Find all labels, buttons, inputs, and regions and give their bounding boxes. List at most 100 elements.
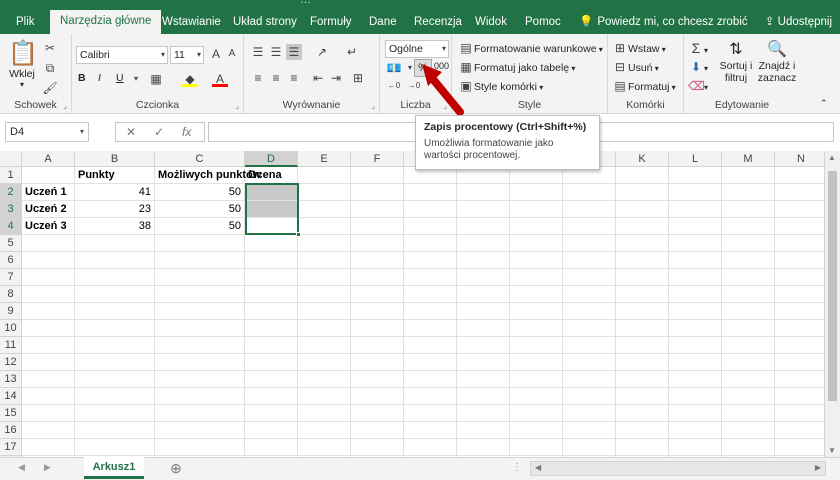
cell-e16[interactable] — [298, 422, 351, 439]
cell-l10[interactable] — [669, 320, 722, 337]
cell-d17[interactable] — [245, 439, 298, 456]
check-icon[interactable]: ✓ — [154, 123, 164, 141]
cell-i7[interactable] — [510, 269, 563, 286]
cell-j6[interactable] — [563, 252, 616, 269]
scroll-right-icon[interactable]: ▶ — [815, 463, 821, 472]
cell-n9[interactable] — [775, 303, 828, 320]
column-header-k[interactable]: K — [616, 151, 669, 167]
cell-a4[interactable]: Uczeń 3 — [22, 218, 75, 235]
scroll-down-icon[interactable]: ▼ — [828, 446, 836, 455]
cell-f17[interactable] — [351, 439, 404, 456]
cell-i10[interactable] — [510, 320, 563, 337]
cell-n12[interactable] — [775, 354, 828, 371]
cell-b8[interactable] — [75, 286, 155, 303]
row-header-1[interactable]: 1 — [0, 167, 22, 184]
column-header-a[interactable]: A — [22, 151, 75, 167]
scroll-up-icon[interactable]: ▲ — [828, 153, 836, 162]
cell-h12[interactable] — [457, 354, 510, 371]
column-header-f[interactable]: F — [351, 151, 404, 167]
cell-i17[interactable] — [510, 439, 563, 456]
cell-e5[interactable] — [298, 235, 351, 252]
cell-i4[interactable] — [510, 218, 563, 235]
cell-n3[interactable] — [775, 201, 828, 218]
cell-a7[interactable] — [22, 269, 75, 286]
cell-a3[interactable]: Uczeń 2 — [22, 201, 75, 218]
align-top-button[interactable]: ☰ — [250, 44, 266, 60]
cell-n4[interactable] — [775, 218, 828, 235]
cancel-icon[interactable]: ✕ — [126, 123, 136, 141]
grow-font-button[interactable]: A — [208, 46, 224, 62]
column-header-l[interactable]: L — [669, 151, 722, 167]
add-sheet-icon[interactable]: ⊕ — [170, 460, 182, 477]
cell-styles-button[interactable]: ▣ Style komórki ▾ — [458, 78, 543, 94]
cell-b11[interactable] — [75, 337, 155, 354]
cell-d1[interactable]: Ocena — [245, 167, 298, 184]
accounting-format-button[interactable]: 💶 — [386, 60, 402, 76]
cell-i8[interactable] — [510, 286, 563, 303]
cell-f7[interactable] — [351, 269, 404, 286]
cell-f1[interactable] — [351, 167, 404, 184]
cell-l6[interactable] — [669, 252, 722, 269]
cell-h3[interactable] — [457, 201, 510, 218]
tab-formulas[interactable]: Formuły — [306, 11, 356, 34]
select-all-corner[interactable] — [0, 151, 22, 167]
cell-e8[interactable] — [298, 286, 351, 303]
name-box[interactable]: D4 ▾ — [5, 122, 89, 142]
cell-h9[interactable] — [457, 303, 510, 320]
cell-l13[interactable] — [669, 371, 722, 388]
cell-f8[interactable] — [351, 286, 404, 303]
cell-f16[interactable] — [351, 422, 404, 439]
cell-j4[interactable] — [563, 218, 616, 235]
align-middle-button[interactable]: ☰ — [268, 44, 284, 60]
cell-k15[interactable] — [616, 405, 669, 422]
cell-m8[interactable] — [722, 286, 775, 303]
cell-m7[interactable] — [722, 269, 775, 286]
cell-c8[interactable] — [155, 286, 245, 303]
cell-b1[interactable]: Punkty — [75, 167, 155, 184]
row-header-6[interactable]: 6 — [0, 252, 22, 269]
cell-j8[interactable] — [563, 286, 616, 303]
cell-n14[interactable] — [775, 388, 828, 405]
collapse-ribbon-button[interactable]: ⌃ — [820, 98, 828, 109]
cell-i12[interactable] — [510, 354, 563, 371]
cell-d12[interactable] — [245, 354, 298, 371]
cell-n8[interactable] — [775, 286, 828, 303]
underline-button[interactable]: U — [116, 72, 124, 84]
cell-c13[interactable] — [155, 371, 245, 388]
cell-h15[interactable] — [457, 405, 510, 422]
cell-n7[interactable] — [775, 269, 828, 286]
cell-i13[interactable] — [510, 371, 563, 388]
cell-e4[interactable] — [298, 218, 351, 235]
share-button[interactable]: ⇪ Udostępnij — [765, 11, 832, 34]
autosum-button[interactable]: Σ ▾ — [688, 40, 708, 56]
cell-c12[interactable] — [155, 354, 245, 371]
cell-g16[interactable] — [404, 422, 457, 439]
row-header-3[interactable]: 3 — [0, 201, 22, 218]
cell-a13[interactable] — [22, 371, 75, 388]
cell-h13[interactable] — [457, 371, 510, 388]
row-header-8[interactable]: 8 — [0, 286, 22, 303]
cell-m5[interactable] — [722, 235, 775, 252]
cell-a11[interactable] — [22, 337, 75, 354]
cell-h10[interactable] — [457, 320, 510, 337]
cell-h11[interactable] — [457, 337, 510, 354]
cell-d7[interactable] — [245, 269, 298, 286]
cell-d5[interactable] — [245, 235, 298, 252]
borders-button[interactable]: ▦ — [148, 71, 164, 87]
cell-b15[interactable] — [75, 405, 155, 422]
cell-b4[interactable]: 38 — [75, 218, 155, 235]
cell-c16[interactable] — [155, 422, 245, 439]
cell-l15[interactable] — [669, 405, 722, 422]
cell-c15[interactable] — [155, 405, 245, 422]
align-right-button[interactable]: ≡ — [286, 70, 302, 86]
cell-e1[interactable] — [298, 167, 351, 184]
cell-i15[interactable] — [510, 405, 563, 422]
cell-b14[interactable] — [75, 388, 155, 405]
cell-e14[interactable] — [298, 388, 351, 405]
tab-review[interactable]: Recenzja — [410, 11, 466, 34]
cell-g8[interactable] — [404, 286, 457, 303]
cell-k16[interactable] — [616, 422, 669, 439]
cell-f10[interactable] — [351, 320, 404, 337]
cell-h6[interactable] — [457, 252, 510, 269]
column-header-n[interactable]: N — [775, 151, 828, 167]
